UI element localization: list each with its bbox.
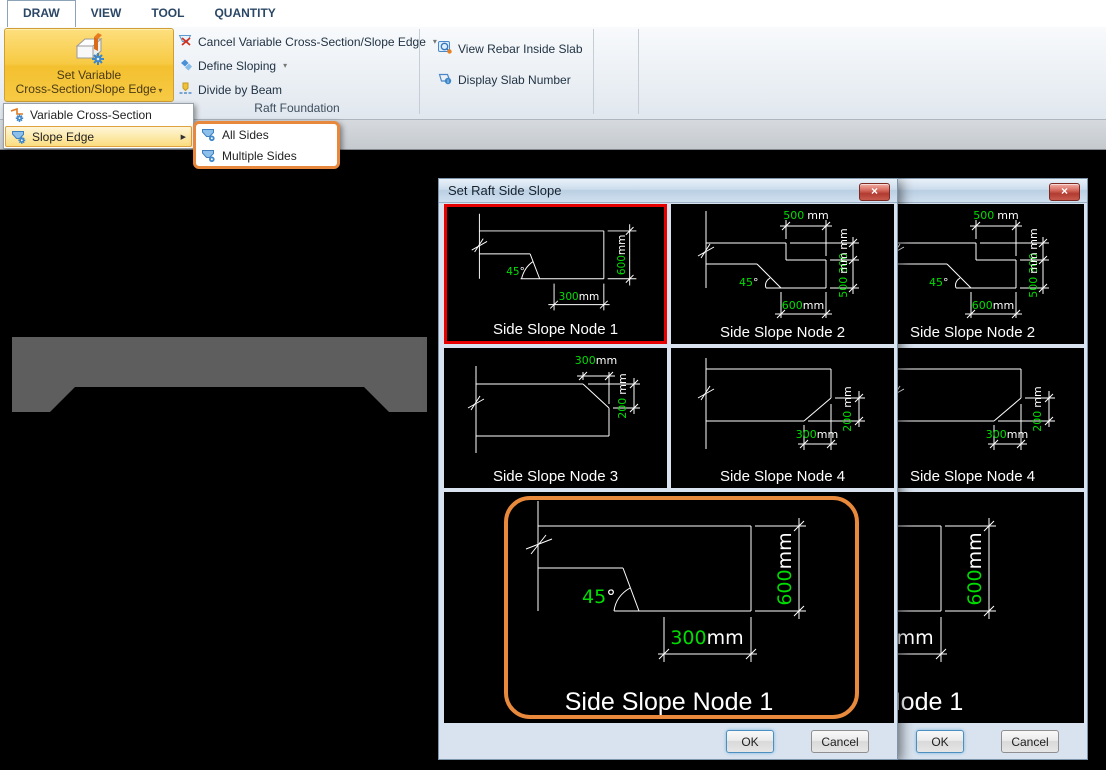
- svg-text:600mm: 600mm: [774, 532, 796, 605]
- svg-text:300mm: 300mm: [559, 291, 600, 303]
- view-rebar-icon: [437, 39, 453, 58]
- cancel-button[interactable]: Cancel: [811, 730, 869, 753]
- close-icon[interactable]: ×: [1049, 183, 1080, 201]
- dialog-titlebar: Set Raft Side Slope ×: [439, 179, 897, 203]
- svg-text:600mm: 600mm: [616, 235, 628, 276]
- ribbon-tab-bar: DRAW VIEW TOOL QUANTITY: [0, 0, 1106, 27]
- submenu-item-all-sides[interactable]: All Sides: [196, 124, 337, 145]
- svg-text:300mm: 300mm: [796, 428, 838, 441]
- thumb-caption: Side Slope Node 2: [671, 324, 894, 341]
- svg-text:200mm: 200mm: [1031, 386, 1044, 431]
- svg-text:300mm: 300mm: [986, 428, 1028, 441]
- ribbon-group-divider: [638, 29, 639, 114]
- thumb-caption: Side Slope Node 3: [444, 468, 667, 485]
- svg-text:200mm: 200mm: [616, 373, 629, 418]
- preview-side-slope-node-1[interactable]: 45° 600mm 300mm Side Slope Node 1: [444, 492, 894, 723]
- thumb-caption: Side Slope Node 4: [671, 468, 894, 485]
- svg-text:45°: 45°: [929, 276, 949, 289]
- dialog-title: Set Raft Side Slope: [448, 183, 561, 198]
- svg-text:45°: 45°: [739, 276, 759, 289]
- divide-by-beam-icon: [178, 81, 193, 99]
- slope-edge-icon: [196, 127, 222, 143]
- svg-text:45°: 45°: [506, 266, 525, 278]
- svg-text:600mm: 600mm: [972, 299, 1014, 312]
- submenu-arrow-icon: ▶: [181, 133, 186, 141]
- svg-text:45°: 45°: [582, 586, 616, 608]
- cancel-slope-icon: [178, 33, 193, 51]
- close-icon[interactable]: ×: [859, 183, 890, 201]
- svg-text:500mm: 500mm: [1027, 252, 1040, 297]
- define-sloping-item[interactable]: Define Sloping ▾: [178, 57, 287, 74]
- ribbon-group-divider: [419, 29, 420, 114]
- define-sloping-icon: [178, 57, 193, 75]
- chevron-down-icon: ▾: [158, 86, 162, 95]
- view-rebar-inside-slab-item[interactable]: View Rebar Inside Slab: [437, 40, 583, 57]
- preview-caption: Side Slope Node 1: [444, 688, 894, 717]
- svg-text:600mm: 600mm: [964, 532, 986, 605]
- ok-button[interactable]: OK: [916, 730, 964, 753]
- svg-text:200mm: 200mm: [841, 386, 854, 431]
- svg-text:500mm: 500mm: [973, 209, 1018, 222]
- cancel-variable-cross-section-item[interactable]: Cancel Variable Cross-Section/Slope Edge…: [178, 33, 437, 50]
- slope-edge-icon: [6, 129, 32, 145]
- slope-edge-submenu: All Sides Multiple Sides: [193, 121, 340, 169]
- application-window: DRAW VIEW TOOL QUANTITY: [0, 0, 1106, 770]
- set-raft-side-slope-dialog: Set Raft Side Slope × 45° 600mm 300mm Si…: [438, 178, 898, 760]
- slope-edge-icon: [196, 148, 222, 164]
- ribbon-group-label: Raft Foundation: [178, 101, 416, 115]
- ribbon-group-divider: [593, 29, 594, 114]
- menu-item-variable-cross-section[interactable]: Variable Cross-Section: [4, 104, 193, 125]
- chevron-down-icon: ▾: [283, 61, 287, 70]
- tab-draw[interactable]: DRAW: [7, 0, 76, 27]
- divide-by-beam-item[interactable]: Divide by Beam: [178, 81, 282, 98]
- raft-slab-shape: [0, 150, 440, 430]
- svg-text:300mm: 300mm: [670, 627, 743, 649]
- variable-cross-section-icon: [4, 107, 30, 123]
- submenu-item-multiple-sides[interactable]: Multiple Sides: [196, 145, 337, 166]
- set-variable-cross-section-slope-edge-button[interactable]: Set Variable Cross-Section/Slope Edge▾: [4, 28, 174, 102]
- thumb-side-slope-node-2[interactable]: 45° 500mm 300mm 500mm 600mm Side Slope N…: [671, 204, 894, 344]
- tab-quantity[interactable]: QUANTITY: [199, 0, 290, 27]
- ok-button[interactable]: OK: [726, 730, 774, 753]
- big-button-label-line2: Cross-Section/Slope Edge: [16, 82, 157, 96]
- thumb-side-slope-node-3[interactable]: 300mm 200mm Side Slope Node 3: [444, 348, 667, 488]
- big-button-label-line1: Set Variable: [5, 68, 173, 82]
- thumb-side-slope-node-1[interactable]: 45° 600mm 300mm Side Slope Node 1: [444, 204, 667, 344]
- svg-text:500mm: 500mm: [783, 209, 828, 222]
- svg-text:600mm: 600mm: [782, 299, 824, 312]
- cancel-button[interactable]: Cancel: [1001, 730, 1059, 753]
- svg-text:500mm: 500mm: [837, 252, 850, 297]
- tab-view[interactable]: VIEW: [76, 0, 137, 27]
- thumb-caption: Side Slope Node 1: [447, 321, 664, 338]
- thumb-side-slope-node-4[interactable]: 200mm 300mm Side Slope Node 4: [671, 348, 894, 488]
- variable-cross-section-box-gear-icon: [67, 32, 111, 73]
- display-slab-number-item[interactable]: i Display Slab Number: [437, 71, 571, 88]
- menu-item-slope-edge[interactable]: Slope Edge ▶: [5, 126, 192, 147]
- variable-cross-section-dropdown-menu: Variable Cross-Section Slope Edge ▶: [3, 103, 194, 149]
- display-slab-number-icon: i: [437, 70, 453, 89]
- svg-text:300mm: 300mm: [575, 354, 617, 367]
- tab-tool[interactable]: TOOL: [136, 0, 199, 27]
